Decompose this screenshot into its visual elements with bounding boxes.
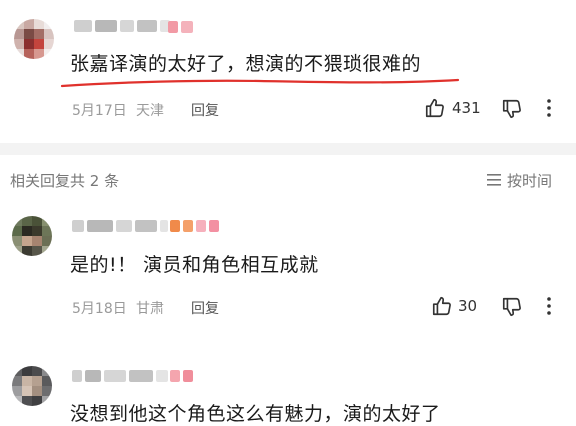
avatar[interactable] <box>14 19 54 59</box>
section-divider <box>0 143 576 155</box>
comment-location: 甘肃 <box>136 301 164 317</box>
user-badge <box>170 219 219 233</box>
avatar[interactable] <box>12 216 52 256</box>
avatar[interactable] <box>12 366 52 406</box>
comment-location: 天津 <box>136 103 164 119</box>
reply-button[interactable]: 回复 <box>191 100 219 120</box>
username-blurred[interactable] <box>72 219 168 233</box>
comment-date: 5月18日 <box>72 301 127 317</box>
sort-button[interactable]: 按时间 <box>507 170 552 191</box>
user-badge <box>170 369 193 383</box>
thumbs-up-icon[interactable] <box>431 295 453 317</box>
like-count: 431 <box>452 99 481 117</box>
reply-button[interactable]: 回复 <box>191 298 219 318</box>
more-options-icon[interactable] <box>545 296 553 316</box>
sort-icon[interactable] <box>486 173 502 187</box>
user-badge <box>168 20 193 34</box>
thumbs-down-icon[interactable] <box>501 98 523 120</box>
more-options-icon[interactable] <box>545 98 553 118</box>
comment-date: 5月17日 <box>72 103 127 119</box>
red-underline <box>60 78 460 88</box>
comment-text: 没想到他这个角色这么有魅力，演的太好了 <box>70 403 441 425</box>
username-blurred[interactable] <box>72 369 168 383</box>
thumbs-down-icon[interactable] <box>501 296 523 318</box>
comment-text: 是的!！ 演员和角色相互成就 <box>70 254 319 276</box>
replies-count: 相关回复共 2 条 <box>10 172 120 190</box>
comment-text: 张嘉译演的太好了，想演的不猥琐很难的 <box>70 53 422 75</box>
username-blurred[interactable] <box>74 19 170 33</box>
thumbs-up-icon[interactable] <box>424 97 446 119</box>
like-count: 30 <box>458 297 478 315</box>
